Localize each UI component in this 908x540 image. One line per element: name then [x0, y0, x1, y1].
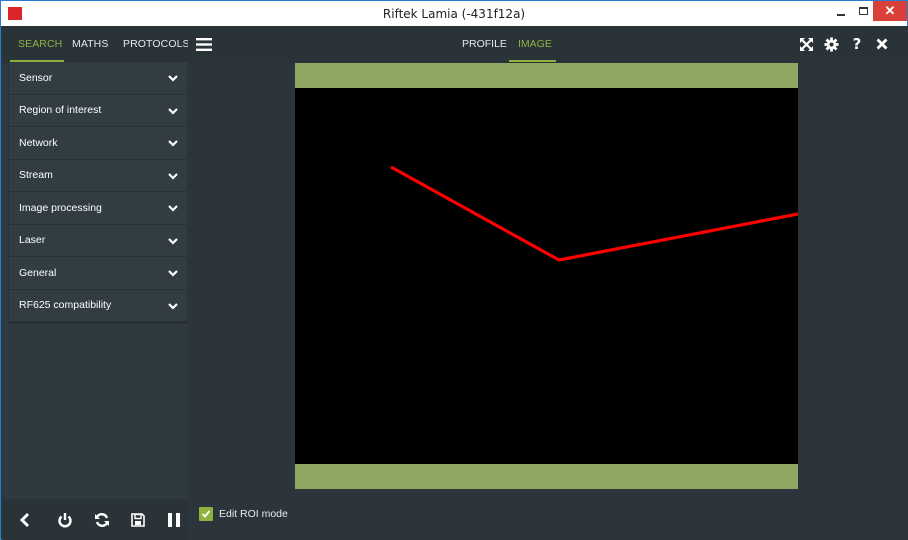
power-icon: [58, 513, 72, 528]
minimize-icon: [837, 14, 845, 16]
section-image-processing[interactable]: Image processing: [9, 192, 187, 225]
section-network[interactable]: Network: [9, 127, 187, 160]
tab-search[interactable]: SEARCH: [18, 38, 62, 50]
section-label: General: [19, 266, 57, 279]
section-general[interactable]: General: [9, 257, 187, 290]
tab-profile[interactable]: PROFILE: [462, 38, 507, 50]
maximize-button[interactable]: [853, 1, 873, 21]
sensor-image-canvas: [295, 88, 799, 464]
pause-icon: [168, 513, 180, 527]
save-button[interactable]: [126, 508, 150, 532]
section-sensor[interactable]: Sensor: [9, 62, 187, 95]
app-window: Riftek Lamia (-431f12a) ✕ SEARCH MATHS P…: [0, 0, 908, 540]
check-icon: [201, 510, 211, 518]
settings-section-list: Sensor Region of interest Network Stream…: [9, 62, 187, 322]
help-icon: ?: [852, 35, 862, 53]
refresh-icon: [95, 513, 109, 527]
section-stream[interactable]: Stream: [9, 159, 187, 192]
power-button[interactable]: [53, 508, 77, 532]
fullscreen-button[interactable]: [797, 35, 815, 53]
tab-protocols[interactable]: PROTOCOLS: [123, 38, 190, 50]
roi-top-band[interactable]: [295, 63, 798, 88]
settings-button[interactable]: [822, 35, 840, 53]
close-icon: [876, 38, 888, 50]
section-region-of-interest[interactable]: Region of interest: [9, 94, 187, 127]
refresh-button[interactable]: [90, 508, 114, 532]
save-icon: [131, 513, 145, 527]
section-label: Network: [19, 136, 58, 149]
title-bar: Riftek Lamia (-431f12a) ✕: [1, 1, 907, 26]
maximize-icon: [858, 7, 868, 15]
close-panel-button[interactable]: [873, 35, 891, 53]
back-icon: [19, 512, 30, 528]
main-footer: Edit ROI mode: [188, 489, 908, 540]
left-panel: SEARCH MATHS PROTOCOLS Sensor Region of …: [2, 26, 190, 540]
section-label: Image processing: [19, 201, 102, 214]
section-label: Sensor: [19, 71, 53, 84]
section-label: RF625 compatibility: [19, 299, 112, 312]
close-x-icon: ✕: [884, 3, 896, 18]
roi-bottom-band[interactable]: [295, 464, 798, 489]
image-viewer: [188, 63, 908, 489]
window-close-button[interactable]: ✕: [873, 1, 907, 21]
left-tab-bar: SEARCH MATHS PROTOCOLS: [2, 26, 190, 63]
gear-icon: [823, 36, 839, 52]
chevron-down-icon: [168, 75, 178, 82]
chevron-down-icon: [168, 172, 178, 180]
section-label: Stream: [19, 169, 53, 182]
pause-button[interactable]: [162, 508, 186, 532]
chevron-down-icon: [168, 270, 178, 277]
tab-maths[interactable]: MATHS: [72, 38, 108, 50]
minimize-button[interactable]: [829, 1, 853, 21]
section-label: Region of interest: [19, 104, 102, 117]
chevron-down-icon: [168, 237, 178, 245]
chevron-down-icon: [168, 107, 178, 115]
active-main-tab-indicator: [509, 60, 556, 62]
tab-image[interactable]: IMAGE: [518, 38, 552, 50]
bottom-toolbar: [2, 499, 188, 540]
sensor-image-frame[interactable]: [295, 63, 799, 489]
edit-roi-label: Edit ROI mode: [219, 508, 288, 520]
main-header: PROFILE IMAGE ?: [188, 26, 908, 63]
section-laser[interactable]: Laser: [9, 224, 187, 257]
back-button[interactable]: [13, 508, 37, 532]
window-title: Riftek Lamia (-431f12a): [382, 7, 526, 21]
chevron-down-icon: [168, 205, 178, 212]
chevron-down-icon: [168, 140, 178, 147]
edit-roi-checkbox[interactable]: [199, 507, 213, 521]
section-label: Laser: [19, 234, 46, 247]
chevron-down-icon: [168, 302, 178, 310]
section-rf625-compatibility[interactable]: RF625 compatibility: [9, 289, 187, 322]
help-button[interactable]: ?: [848, 35, 866, 53]
laser-profile-line: [390, 165, 799, 262]
fullscreen-icon: [799, 37, 813, 51]
hamburger-menu-icon[interactable]: [196, 38, 212, 51]
